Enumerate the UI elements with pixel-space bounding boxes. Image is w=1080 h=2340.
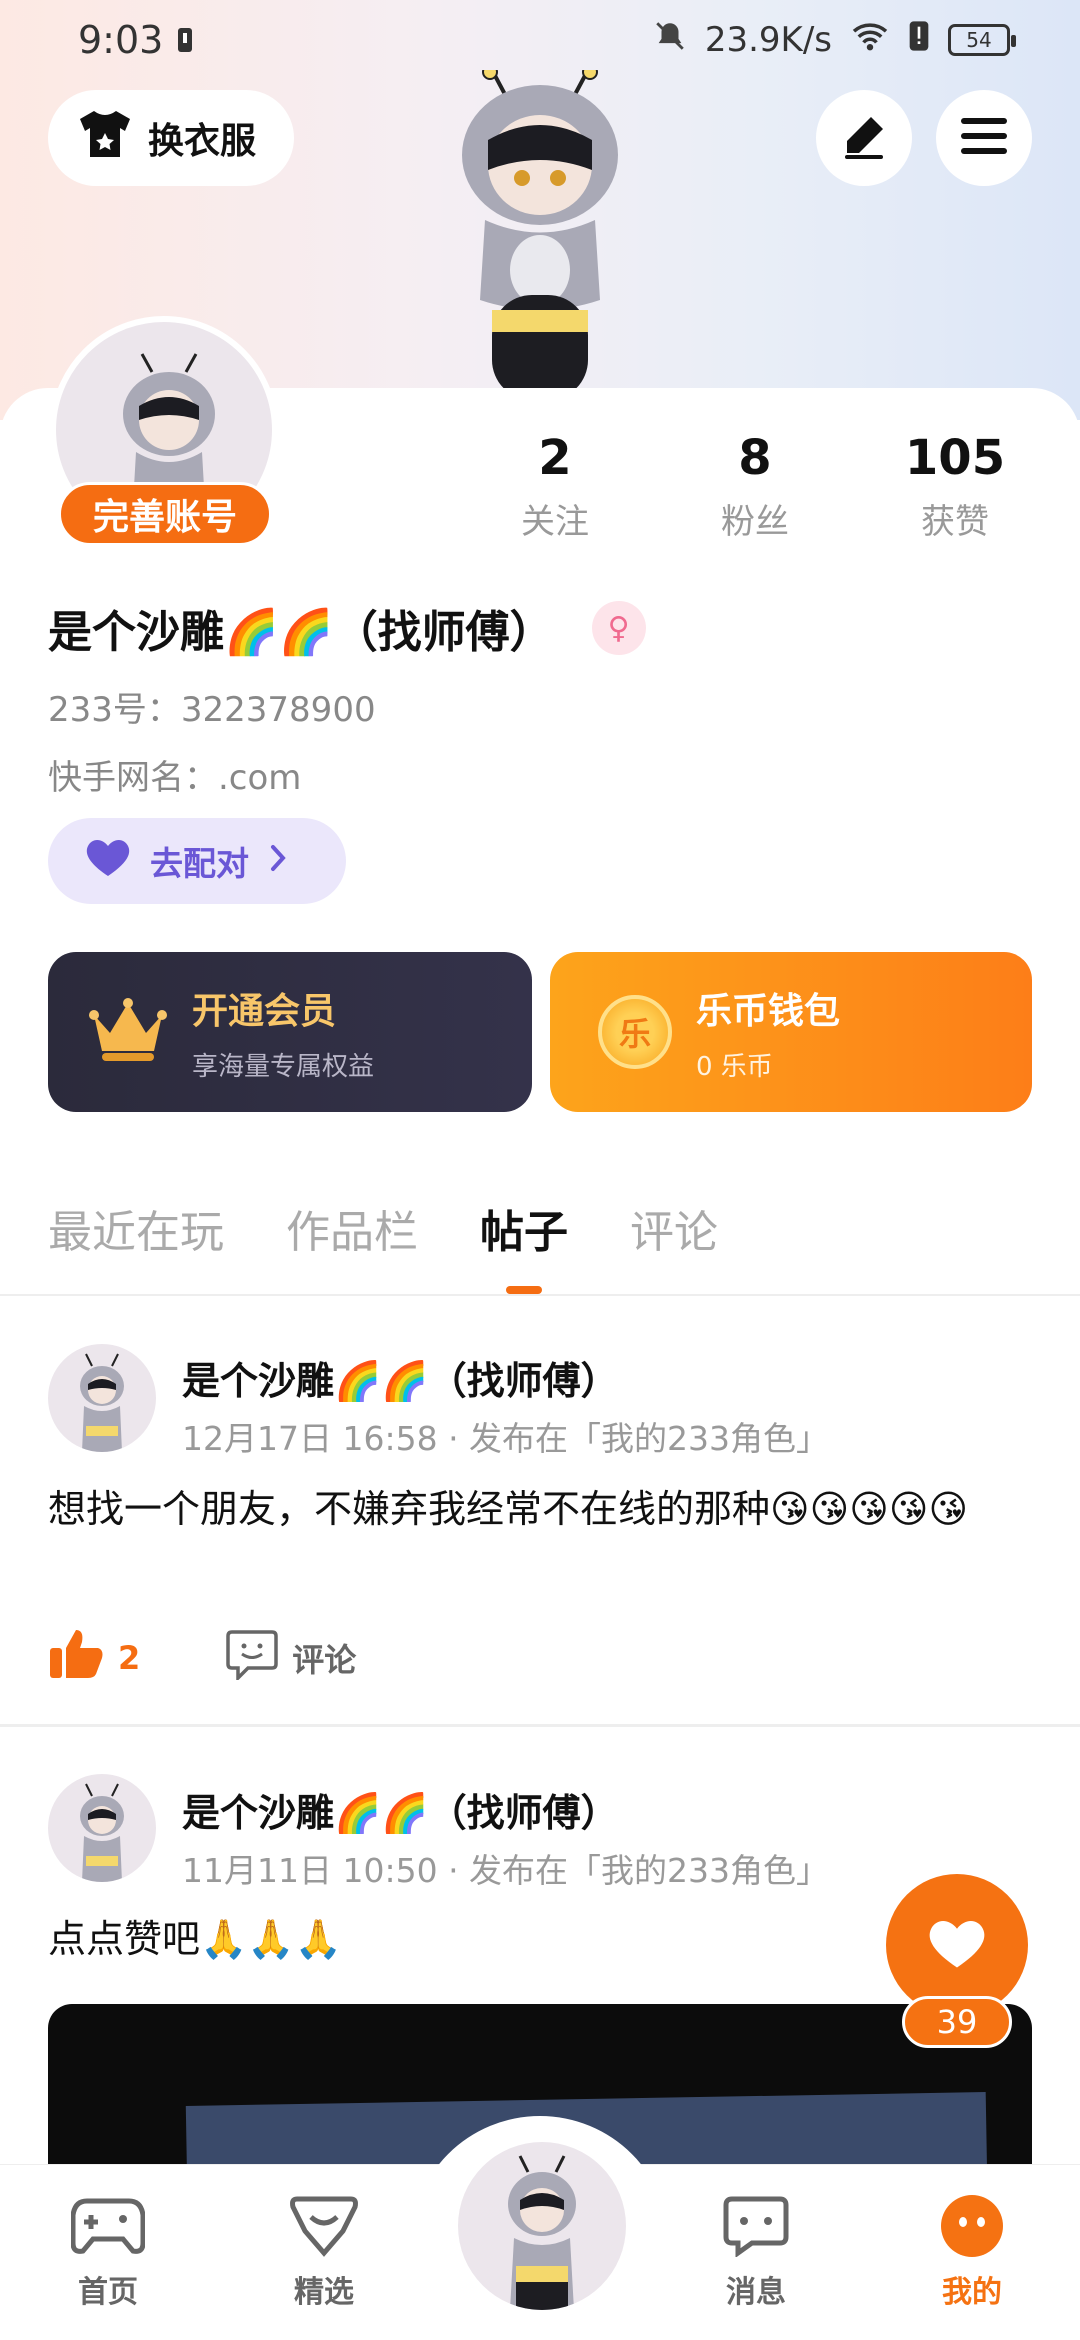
nav-featured-label: 精选 <box>294 2275 354 2310</box>
chevron-right-icon <box>267 842 289 881</box>
post-meta: 11月11日 10:50 · 发布在「我的233角色」 <box>182 1851 830 1890</box>
heart-icon <box>84 836 132 886</box>
sim-icon <box>177 18 193 62</box>
nav-messages[interactable]: 消息 <box>696 2191 816 2311</box>
heart-icon <box>926 1915 988 1975</box>
network-speed: 23.9K/s <box>704 20 832 60</box>
gamepad-icon <box>48 2191 168 2261</box>
match-button[interactable]: 去配对 <box>48 818 346 904</box>
avatar-3d-figure <box>462 70 618 400</box>
nav-me-label: 我的 <box>942 2275 1002 2310</box>
post-author-name[interactable]: 是个沙雕🌈🌈（找师傅） <box>182 1782 619 1837</box>
nav-featured[interactable]: 精选 <box>264 2191 384 2311</box>
tab-posts[interactable]: 帖子 <box>480 1196 568 1294</box>
profile-stats: 2 关注 8 粉丝 105 获赞 <box>470 430 1040 543</box>
complete-account-badge[interactable]: 完善账号 <box>58 482 272 546</box>
tab-comments[interactable]: 评论 <box>630 1196 718 1294</box>
stat-label: 获赞 <box>921 502 989 542</box>
nav-home-label: 首页 <box>78 2275 138 2310</box>
comment-button[interactable]: 评论 <box>226 1628 356 1688</box>
stat-value: 2 <box>538 430 572 486</box>
stat-value: 8 <box>738 430 772 486</box>
alert-icon <box>908 20 930 61</box>
vip-title: 开通会员 <box>192 990 337 1032</box>
wallet-card[interactable]: 乐 乐币钱包 0 乐币 <box>550 952 1032 1112</box>
floating-like-button[interactable] <box>886 1874 1028 2016</box>
coin-icon: 乐 <box>598 995 672 1069</box>
wifi-icon <box>850 20 890 61</box>
status-bar: 9:03 23.9K/s 54 <box>0 0 1080 80</box>
stat-likes[interactable]: 105 获赞 <box>870 430 1040 543</box>
nav-home[interactable]: 首页 <box>48 2191 168 2311</box>
profile-username-row: 是个沙雕🌈🌈（找师傅） ♀ <box>48 596 646 660</box>
center-avatar-button[interactable] <box>458 2142 626 2310</box>
shirt-icon <box>76 109 134 168</box>
kuaishou-name: 快手网名：.com <box>48 758 302 798</box>
avatar-image <box>80 1353 124 1452</box>
wallet-balance: 0 乐币 <box>696 1051 773 1082</box>
stat-label: 粉丝 <box>721 502 789 542</box>
floating-like-count: 39 <box>902 1996 1012 2048</box>
profile-tabs: 最近在玩 作品栏 帖子 评论 <box>48 1196 718 1294</box>
stat-value: 105 <box>904 430 1006 486</box>
menu-button[interactable] <box>936 90 1032 186</box>
stat-followers[interactable]: 8 粉丝 <box>670 430 840 543</box>
status-time: 9:03 <box>78 18 164 62</box>
battery-icon: 54 <box>948 24 1016 56</box>
change-outfit-button[interactable]: 换衣服 <box>48 90 294 186</box>
hamburger-menu-icon <box>959 114 1009 162</box>
wallet-title: 乐币钱包 <box>696 990 841 1032</box>
avatar-image <box>80 1783 124 1882</box>
change-outfit-label: 换衣服 <box>148 121 257 162</box>
female-gender-icon: ♀ <box>591 601 646 655</box>
stat-following[interactable]: 2 关注 <box>470 430 640 543</box>
vip-subtitle: 享海量专属权益 <box>192 1051 375 1082</box>
post-meta: 12月17日 16:58 · 发布在「我的233角色」 <box>182 1419 830 1458</box>
divider <box>0 1294 1080 1296</box>
heart-outline-icon <box>264 2191 384 2261</box>
vip-membership-card[interactable]: 开通会员 享海量专属权益 <box>48 952 532 1112</box>
mute-bell-icon <box>653 19 687 62</box>
post-text[interactable]: 想找一个朋友，不嫌弃我经常不在线的那种😘😘😘😘😘 <box>48 1482 1038 1536</box>
crown-icon <box>88 995 168 1069</box>
tab-recently-played[interactable]: 最近在玩 <box>48 1196 224 1294</box>
post-author-avatar[interactable] <box>48 1344 156 1452</box>
match-label: 去配对 <box>150 844 249 883</box>
profile-username: 是个沙雕🌈🌈（找师傅） <box>48 607 554 658</box>
like-count: 2 <box>118 1639 141 1677</box>
user-id[interactable]: 233号：322378900 <box>48 682 376 731</box>
comment-label: 评论 <box>292 1641 357 1679</box>
post-author-name[interactable]: 是个沙雕🌈🌈（找师傅） <box>182 1350 619 1405</box>
face-icon <box>912 2191 1032 2261</box>
edit-pen-icon <box>839 111 889 165</box>
tab-works[interactable]: 作品栏 <box>286 1196 418 1294</box>
stat-label: 关注 <box>521 502 589 542</box>
nav-messages-label: 消息 <box>726 2275 786 2310</box>
avatar-image <box>508 2155 576 2310</box>
post-divider <box>0 1724 1080 1727</box>
post-actions: 2 评论 <box>48 1628 356 1688</box>
comment-bubble-icon <box>226 1628 279 1688</box>
nav-me[interactable]: 我的 <box>912 2191 1032 2311</box>
message-icon <box>696 2191 816 2261</box>
post-author-avatar[interactable] <box>48 1774 156 1882</box>
thumbs-up-icon <box>48 1628 104 1688</box>
like-button[interactable]: 2 <box>48 1628 140 1688</box>
edit-profile-button[interactable] <box>816 90 912 186</box>
